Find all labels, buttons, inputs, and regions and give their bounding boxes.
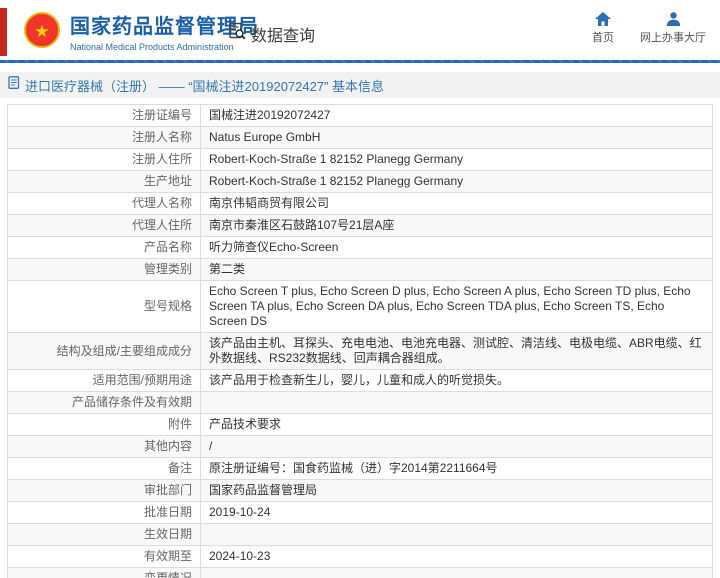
table-row: 生效日期	[7, 523, 713, 546]
row-label: 有效期至	[7, 545, 201, 568]
row-label: 注册人住所	[7, 148, 201, 171]
table-row: 生产地址 Robert-Koch-Straße 1 82152 Planegg G…	[7, 170, 713, 193]
site-header: ★ 国家药品监督管理局 National Medical Products Ad…	[0, 0, 720, 60]
home-icon	[595, 12, 611, 26]
row-label: 代理人住所	[7, 214, 201, 237]
row-label: 产品储存条件及有效期	[7, 391, 201, 414]
row-value: Natus Europe GmbH	[200, 126, 713, 149]
row-label: 型号规格	[7, 280, 201, 333]
table-row: 注册人住所 Robert-Koch-Straße 1 82152 Planegg …	[7, 148, 713, 171]
table-row: 型号规格 Echo Screen T plus, Echo Screen D pl…	[7, 280, 713, 333]
table-row: 产品名称 听力筛查仪Echo-Screen	[7, 236, 713, 259]
row-value: Robert-Koch-Straße 1 82152 Planegg Germa…	[200, 148, 713, 171]
nav-service-hall[interactable]: 网上办事大厅	[640, 12, 706, 45]
table-row: 有效期至 2024-10-23	[7, 545, 713, 568]
table-row: 变更情况	[7, 567, 713, 578]
row-value: 国家药品监督管理局	[200, 479, 713, 502]
row-label: 注册人名称	[7, 126, 201, 149]
row-value: 国械注进20192072427	[200, 104, 713, 127]
table-row: 其他内容 /	[7, 435, 713, 458]
row-label: 适用范围/预期用途	[7, 369, 201, 392]
row-label: 附件	[7, 413, 201, 436]
row-value: 南京市秦淮区石鼓路107号21层A座	[200, 214, 713, 237]
info-table-body: 注册证编号 国械注进20192072427 注册人名称 Natus Europe Gm…	[7, 104, 713, 578]
row-label: 审批部门	[7, 479, 201, 502]
table-row: 适用范围/预期用途 该产品用于检查新生儿，婴儿，儿童和成人的听觉损失。	[7, 369, 713, 392]
row-value	[200, 391, 713, 414]
data-query-label: 数据查询	[251, 28, 316, 45]
data-query-tab[interactable]: 数据查询	[228, 22, 315, 46]
row-value: 产品技术要求	[200, 413, 713, 436]
row-label: 其他内容	[7, 435, 201, 458]
data-query-icon	[228, 22, 247, 46]
page: ★ 国家药品监督管理局 National Medical Products Ad…	[0, 0, 720, 578]
row-label: 结构及组成/主要组成成分	[7, 332, 201, 370]
row-label: 注册证编号	[7, 104, 201, 127]
page-title-bar: 进口医疗器械（注册） —— “国械注进20192072427” 基本信息	[0, 72, 720, 98]
row-value	[200, 523, 713, 546]
table-row: 注册证编号 国械注进20192072427	[7, 104, 713, 127]
info-table: 注册证编号 国械注进20192072427 注册人名称 Natus Europe Gm…	[7, 104, 713, 578]
row-value: /	[200, 435, 713, 458]
table-row: 备注 原注册证编号：国食药监械（进）字2014第2211664号	[7, 457, 713, 480]
table-row: 附件 产品技术要求	[7, 413, 713, 436]
nav-home[interactable]: 首页	[592, 12, 614, 45]
table-row: 审批部门 国家药品监督管理局	[7, 479, 713, 502]
row-label: 生产地址	[7, 170, 201, 193]
row-value	[200, 567, 713, 578]
row-label: 批准日期	[7, 501, 201, 524]
table-row: 批准日期 2019-10-24	[7, 501, 713, 524]
row-label: 产品名称	[7, 236, 201, 259]
header-divider	[0, 60, 720, 63]
row-label: 代理人名称	[7, 192, 201, 215]
row-value: 2019-10-24	[200, 501, 713, 524]
header-nav: 首页 网上办事大厅	[592, 12, 706, 45]
row-value: 第二类	[200, 258, 713, 281]
row-value: 该产品由主机、耳探头、充电电池、电池充电器、测试腔、清洁线、电极电缆、ABR电缆…	[200, 332, 713, 370]
row-label: 生效日期	[7, 523, 201, 546]
row-value: 2024-10-23	[200, 545, 713, 568]
row-value: 听力筛查仪Echo-Screen	[200, 236, 713, 259]
row-value: 该产品用于检查新生儿，婴儿，儿童和成人的听觉损失。	[200, 369, 713, 392]
info-table-wrap: 注册证编号 国械注进20192072427 注册人名称 Natus Europe Gm…	[7, 104, 713, 578]
table-row: 代理人名称 南京伟韬商贸有限公司	[7, 192, 713, 215]
nav-home-label: 首页	[592, 32, 614, 44]
row-label: 变更情况	[7, 567, 201, 578]
nav-service-hall-label: 网上办事大厅	[640, 32, 706, 44]
user-icon	[666, 12, 681, 26]
table-row: 注册人名称 Natus Europe GmbH	[7, 126, 713, 149]
document-icon	[8, 76, 20, 94]
row-value: Echo Screen T plus, Echo Screen D plus, …	[200, 280, 713, 333]
row-label: 备注	[7, 457, 201, 480]
page-title: 进口医疗器械（注册） —— “国械注进20192072427” 基本信息	[25, 78, 385, 94]
row-label: 管理类别	[7, 258, 201, 281]
row-value: Robert-Koch-Straße 1 82152 Planegg Germa…	[200, 170, 713, 193]
row-value: 原注册证编号：国食药监械（进）字2014第2211664号	[200, 457, 713, 480]
table-row: 代理人住所 南京市秦淮区石鼓路107号21层A座	[7, 214, 713, 237]
national-emblem-logo: ★	[24, 12, 60, 48]
row-value: 南京伟韬商贸有限公司	[200, 192, 713, 215]
table-row: 结构及组成/主要组成成分 该产品由主机、耳探头、充电电池、电池充电器、测试腔、清洁…	[7, 332, 713, 370]
red-edge-strip	[0, 8, 7, 56]
table-row: 管理类别 第二类	[7, 258, 713, 281]
table-row: 产品储存条件及有效期	[7, 391, 713, 414]
